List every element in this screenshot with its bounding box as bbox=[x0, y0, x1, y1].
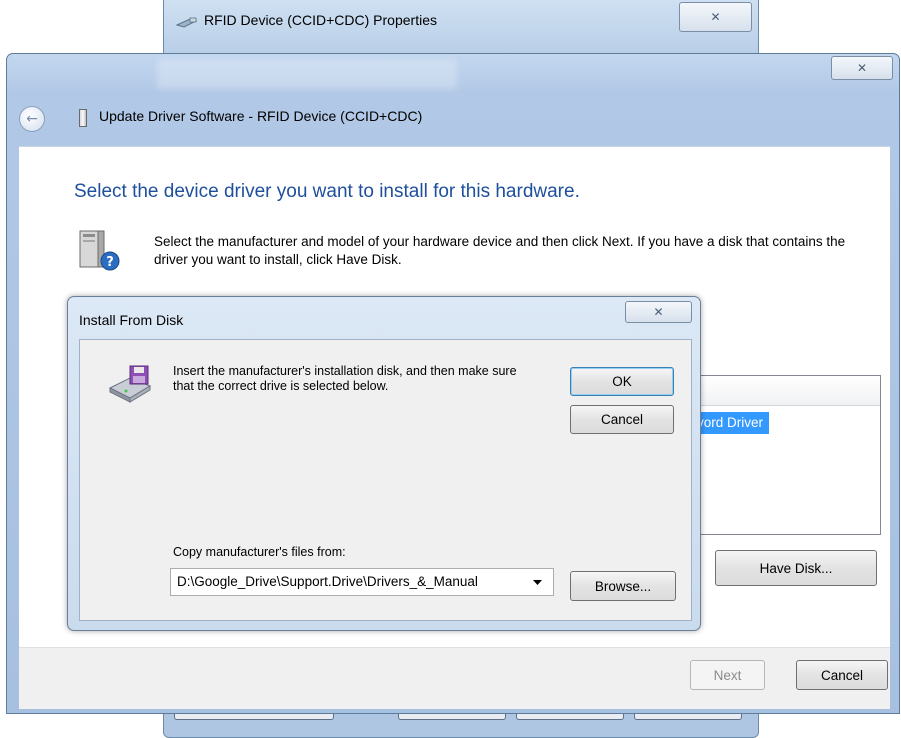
dialog-body: Insert the manufacturer's installation d… bbox=[79, 339, 692, 621]
path-combobox[interactable]: D:\Google_Drive\Support.Drive\Drivers_&_… bbox=[170, 568, 554, 596]
dialog-close-button[interactable]: ✕ bbox=[625, 301, 692, 323]
ok-button[interactable]: OK bbox=[570, 367, 674, 396]
copy-from-label: Copy manufacturer's files from: bbox=[173, 545, 346, 559]
floppy-disk-icon bbox=[108, 365, 152, 403]
properties-bottom-frame bbox=[174, 714, 334, 720]
svg-text:?: ? bbox=[106, 255, 114, 270]
usb-device-icon bbox=[176, 17, 198, 28]
title-bar-reflection bbox=[157, 59, 457, 89]
have-disk-button[interactable]: Have Disk... bbox=[715, 550, 877, 586]
path-input[interactable]: D:\Google_Drive\Support.Drive\Drivers_&_… bbox=[177, 574, 517, 589]
next-button[interactable]: Next bbox=[690, 660, 765, 690]
properties-button-ghost bbox=[398, 714, 506, 720]
dialog-title: Install From Disk bbox=[79, 312, 184, 328]
instructions-text: Select the manufacturer and model of you… bbox=[154, 234, 846, 267]
device-icon bbox=[79, 109, 87, 127]
back-arrow-icon: ← bbox=[26, 111, 38, 127]
wizard-cancel-button[interactable]: Cancel bbox=[796, 660, 888, 690]
hardware-help-icon: ? bbox=[79, 230, 120, 271]
wizard-footer: Next Cancel bbox=[19, 647, 890, 709]
properties-button-ghost bbox=[634, 714, 742, 720]
install-from-disk-dialog: Install From Disk ✕ Insert the manufactu… bbox=[67, 296, 701, 631]
wizard-close-button[interactable]: ✕ bbox=[831, 56, 893, 80]
properties-button-ghost bbox=[516, 714, 624, 720]
browse-button[interactable]: Browse... bbox=[570, 571, 676, 601]
wizard-title: Update Driver Software - RFID Device (CC… bbox=[99, 108, 423, 124]
page-heading: Select the device driver you want to ins… bbox=[74, 181, 580, 202]
dialog-cancel-button[interactable]: Cancel bbox=[570, 405, 674, 434]
properties-close-button[interactable]: ✕ bbox=[679, 2, 752, 32]
dialog-message: Insert the manufacturer's installation d… bbox=[173, 364, 517, 393]
model-list-item-selected[interactable]: vord Driver bbox=[693, 412, 770, 434]
chevron-down-icon[interactable] bbox=[525, 572, 549, 592]
properties-window-title: RFID Device (CCID+CDC) Properties bbox=[204, 12, 437, 28]
back-button[interactable]: ← bbox=[19, 106, 45, 132]
